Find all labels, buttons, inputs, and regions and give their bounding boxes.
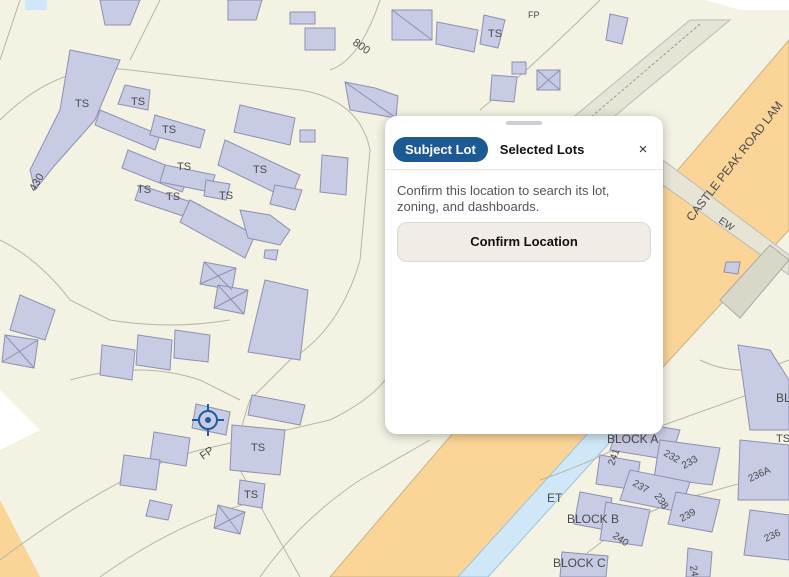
map-label-et: ET [547, 491, 563, 505]
map-label-ts: TS [162, 124, 176, 136]
confirm-location-button[interactable]: Confirm Location [397, 222, 651, 262]
map-label-ts: TS [253, 164, 267, 176]
map-label-fp: FP [528, 10, 540, 20]
map-label-ts: TS [75, 98, 89, 110]
map-label-ts: TS [251, 442, 265, 454]
map-label-block-b: BLOCK B [567, 512, 619, 526]
map-label-ts: TS [776, 433, 789, 445]
map-label-ts: TS [244, 489, 258, 501]
map-label-ts: TS [166, 191, 180, 203]
map-label-246: 246 [687, 565, 701, 577]
panel-tabs: Subject Lot Selected Lots × [393, 137, 653, 162]
map-label-ts: TS [177, 161, 191, 173]
lot-search-panel: Subject Lot Selected Lots × Confirm this… [385, 116, 663, 434]
close-icon[interactable]: × [633, 137, 653, 162]
panel-divider [385, 169, 663, 170]
tab-selected-lots[interactable]: Selected Lots [488, 137, 597, 162]
tab-subject-lot[interactable]: Subject Lot [393, 137, 488, 162]
map-label-ts: TS [219, 190, 233, 202]
map-label-ts: TS [488, 28, 502, 40]
map-label-block-c: BLOCK C [553, 556, 606, 570]
panel-description: Confirm this location to search its lot,… [397, 183, 610, 214]
drag-handle[interactable] [506, 121, 542, 125]
map-label-ts: TS [131, 96, 145, 108]
map-label-ts: TS [137, 184, 151, 196]
map-label-block-a: BLOCK A [607, 432, 658, 446]
map-label-bl: BL [776, 391, 789, 405]
